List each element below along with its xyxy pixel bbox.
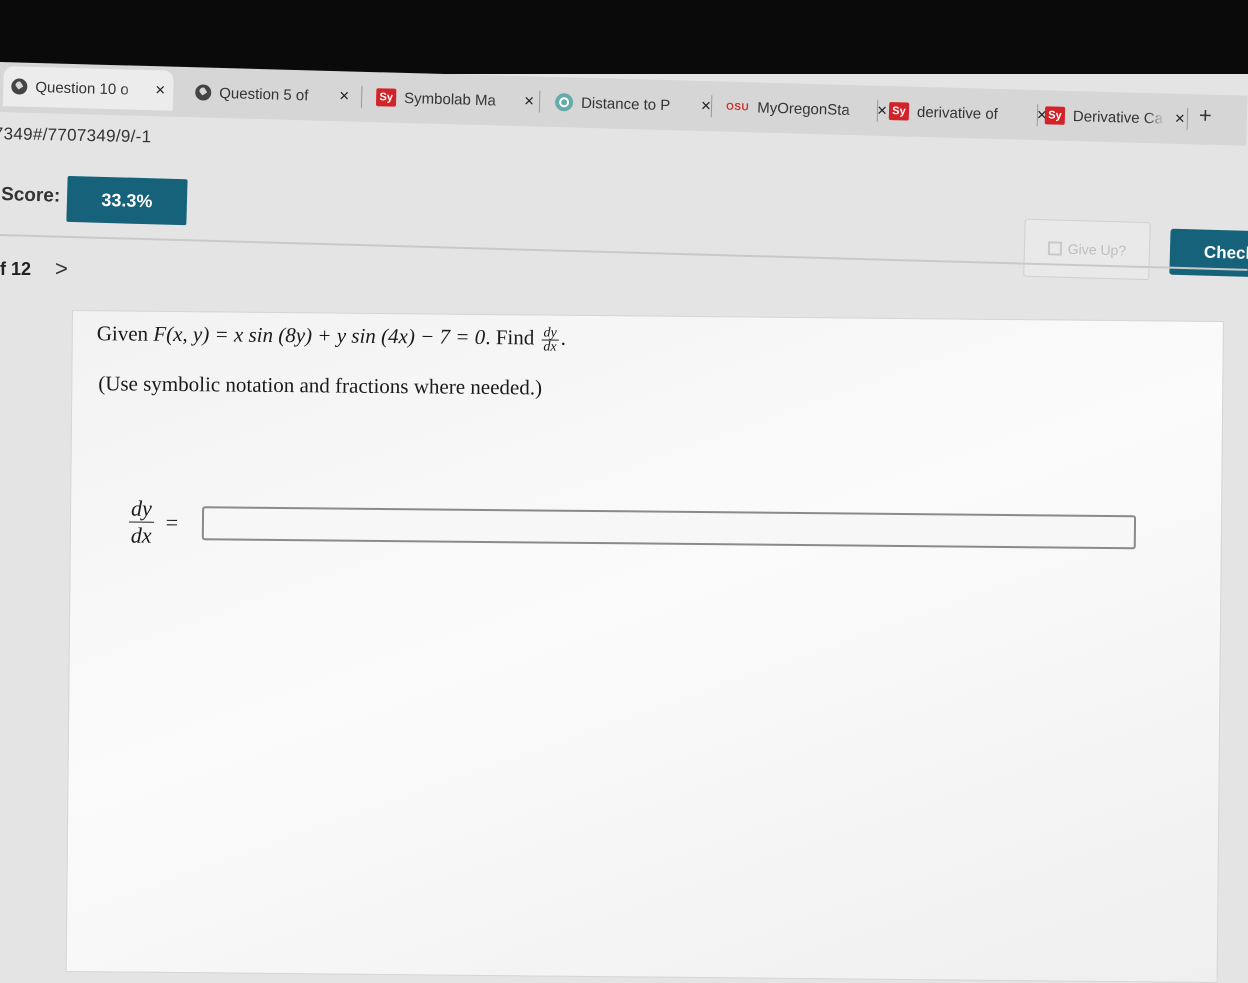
close-tab-icon[interactable]: ×: [1175, 109, 1185, 129]
openai-icon: [554, 93, 574, 112]
tab-question-10[interactable]: Question 10 o ×: [2, 66, 174, 111]
answer-row: dy dx =: [128, 495, 1137, 559]
answer-input[interactable]: [201, 505, 1137, 549]
symbolab-icon: Sy: [375, 88, 397, 107]
question-prompt: Given F(x, y) = x sin (8y) + y sin (4x) …: [96, 321, 567, 355]
chevron-right-icon[interactable]: >: [55, 256, 68, 282]
answer-lhs-fraction: dy dx: [128, 495, 154, 548]
score-value-badge: 33.3%: [66, 175, 188, 226]
symbolab-icon: Sy: [888, 102, 910, 121]
browser-tab-strip: Question 10 o × Question 5 of × Sy Symbo…: [0, 62, 1248, 146]
globe-icon: [195, 84, 212, 101]
question-navigation: f 12 >: [0, 256, 68, 282]
tab-myoregonstate[interactable]: OSU MyOregonSta ×: [726, 90, 888, 128]
tab-separator: [1186, 108, 1189, 131]
tab-derivative-calculator[interactable]: Sy Derivative Ca ×: [1044, 98, 1185, 136]
tab-derivative-of[interactable]: Sy derivative of ×: [888, 94, 1048, 132]
tab-distance[interactable]: Distance to P ×: [554, 85, 712, 123]
osu-icon: OSU: [725, 101, 750, 113]
close-tab-icon[interactable]: ×: [155, 80, 165, 100]
close-tab-icon[interactable]: ×: [877, 101, 887, 121]
tab-separator: [538, 90, 541, 113]
equation: F(x, y) = x sin (8y) + y sin (4x) − 7 = …: [153, 321, 486, 349]
dy-dx-fraction: dy dx: [541, 325, 559, 355]
address-bar-url[interactable]: 7349#/7707349/9/-1: [0, 124, 152, 147]
symbolab-icon: Sy: [1044, 106, 1066, 125]
score-bar: Score: 33.3% Give Up? Check: [0, 162, 1248, 297]
tab-separator: [360, 85, 363, 108]
score-label: Score:: [0, 184, 61, 207]
globe-icon: [11, 78, 28, 95]
tab-separator: [710, 95, 713, 118]
screen-bezel: [0, 0, 1248, 74]
close-tab-icon[interactable]: ×: [339, 86, 349, 106]
tab-question-5[interactable]: Question 5 of ×: [195, 75, 350, 113]
give-up-icon: [1047, 241, 1063, 256]
close-tab-icon[interactable]: ×: [701, 96, 711, 116]
tab-symbolab-math[interactable]: Sy Symbolab Ma ×: [375, 80, 535, 118]
equals-sign: =: [165, 509, 179, 535]
question-position: f 12: [0, 258, 32, 279]
give-up-button[interactable]: Give Up?: [1023, 218, 1151, 281]
give-up-label: Give Up?: [1067, 240, 1127, 259]
new-tab-button[interactable]: +: [1199, 102, 1213, 128]
question-panel: Given F(x, y) = x sin (8y) + y sin (4x) …: [65, 310, 1224, 983]
close-tab-icon[interactable]: ×: [524, 91, 534, 111]
question-instructions: (Use symbolic notation and fractions whe…: [98, 371, 543, 400]
